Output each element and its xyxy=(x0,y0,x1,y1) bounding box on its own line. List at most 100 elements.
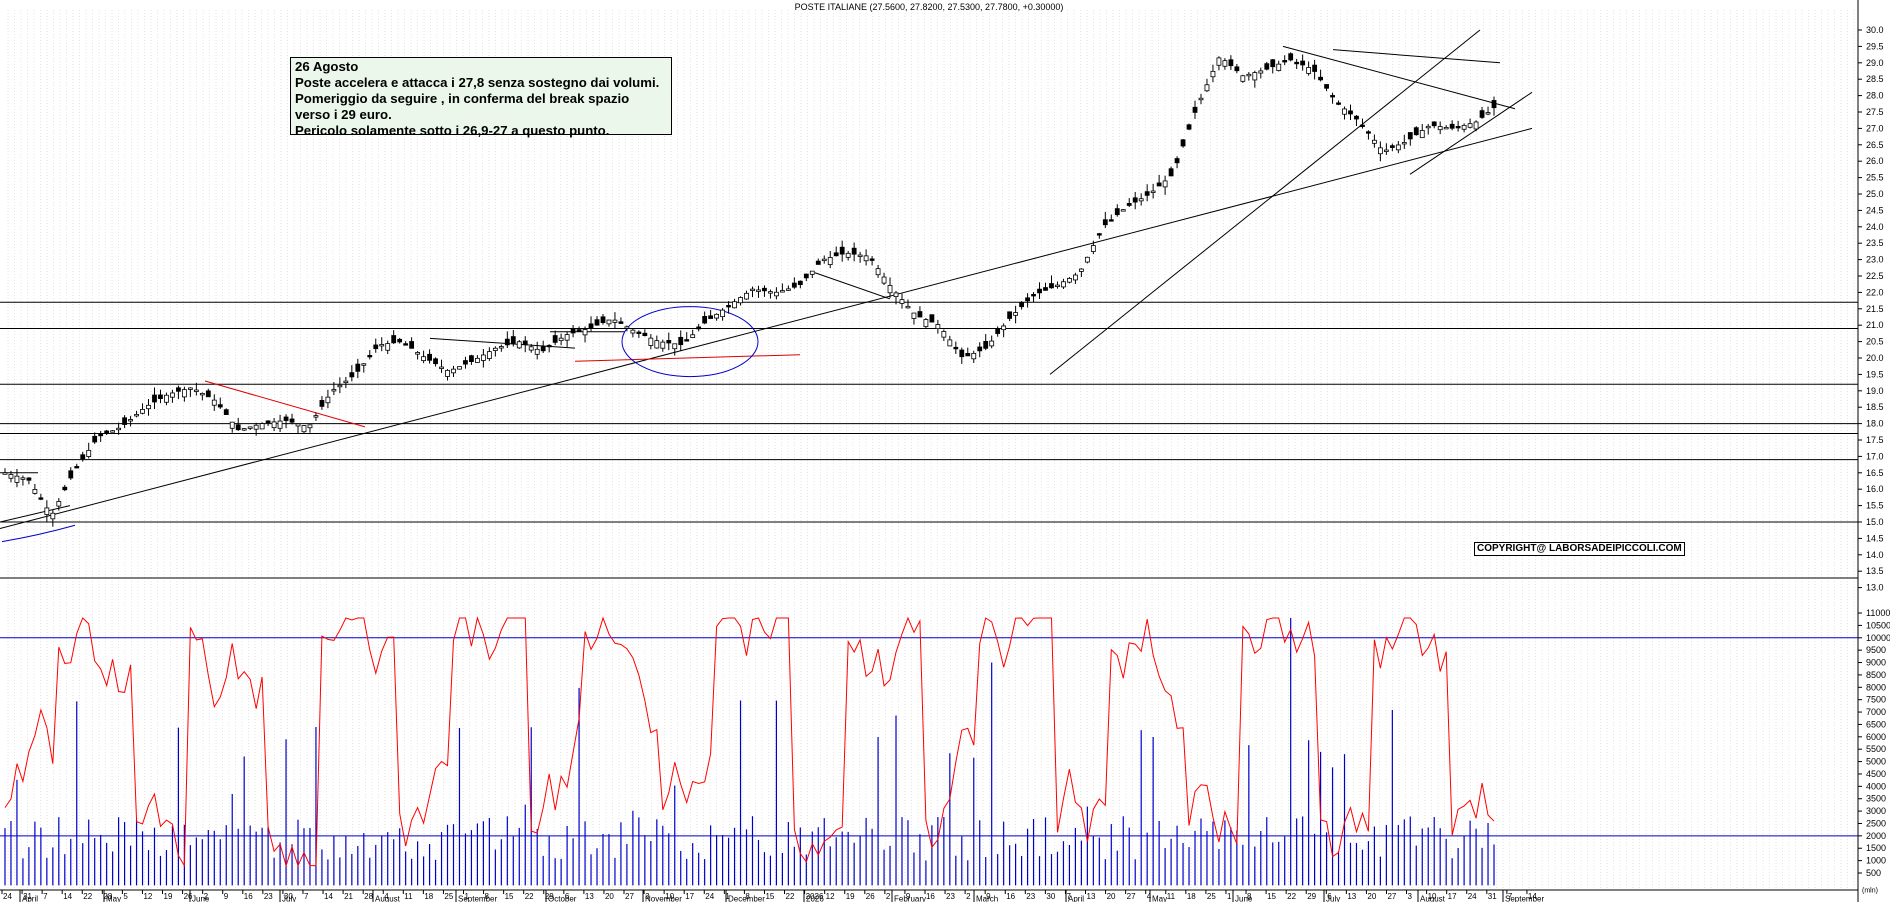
price-tick-label: 27.0 xyxy=(1866,123,1884,133)
candle-body xyxy=(696,326,702,330)
candle-body xyxy=(929,314,935,323)
price-tick-label: 24.0 xyxy=(1866,222,1884,232)
x-tick-label: 24 xyxy=(705,892,714,901)
price-tick-label: 25.0 xyxy=(1866,189,1884,199)
x-tick-label: 27 xyxy=(625,892,634,901)
x-tick-label: 14 xyxy=(324,892,333,901)
x-tick-label: 13 xyxy=(585,892,594,901)
volume-tick-label: 3500 xyxy=(1866,794,1886,804)
candle-body xyxy=(1186,124,1192,130)
candle-body xyxy=(409,341,415,349)
candle-body xyxy=(8,474,14,479)
candle-body xyxy=(1162,180,1168,188)
candle-body xyxy=(176,387,181,392)
x-tick-label: 11 xyxy=(404,892,413,901)
candle-body xyxy=(1198,97,1204,101)
candle-body xyxy=(821,258,827,262)
x-tick-label: 5 xyxy=(123,892,128,901)
candle-body xyxy=(403,343,409,346)
x-tick-label: 22 xyxy=(83,892,92,901)
candle-body xyxy=(122,417,127,425)
volume-tick-label: 5500 xyxy=(1866,744,1886,754)
x-tick-label: 20 xyxy=(1367,892,1376,901)
candle-body xyxy=(1431,121,1437,127)
candle-body xyxy=(797,280,803,285)
candle-body xyxy=(379,344,385,347)
candle-body xyxy=(618,321,624,324)
candle-body xyxy=(32,489,38,494)
candle-body xyxy=(1401,142,1407,145)
candle-body xyxy=(1120,209,1126,212)
candle-body xyxy=(325,396,331,404)
candle-body xyxy=(779,290,785,293)
candle-body xyxy=(1312,64,1318,72)
price-tick-label: 24.5 xyxy=(1866,205,1884,215)
candle-body xyxy=(1055,284,1060,288)
candle-body xyxy=(229,421,235,429)
price-tick-label: 15.5 xyxy=(1866,501,1884,511)
candle-body xyxy=(905,305,911,309)
price-tick-label: 26.0 xyxy=(1866,156,1884,166)
candle-body xyxy=(851,247,857,255)
candle-body xyxy=(1425,125,1431,129)
candle-body xyxy=(361,363,367,366)
candle-body xyxy=(702,315,708,324)
candle-body xyxy=(1204,84,1210,92)
price-tick-label: 18.0 xyxy=(1866,419,1884,429)
candle-body xyxy=(504,338,510,346)
candle-body xyxy=(421,356,426,362)
candle-body xyxy=(899,299,905,304)
x-tick-label: 23 xyxy=(264,892,273,901)
candle-body xyxy=(146,404,151,410)
candle-body xyxy=(1413,127,1419,136)
x-tick-label: 23 xyxy=(1026,892,1035,901)
month-label: September xyxy=(458,895,497,902)
price-tick-label: 16.0 xyxy=(1866,484,1884,494)
x-tick-label: 20 xyxy=(1107,892,1116,901)
candle-body xyxy=(44,507,50,515)
x-tick-label: 21 xyxy=(344,892,353,901)
price-tick-label: 26.5 xyxy=(1866,140,1884,150)
candle-body xyxy=(558,337,564,342)
annotation-line-2: Poste accelera e attacca i 27,8 senza so… xyxy=(295,75,660,90)
candle-body xyxy=(134,414,139,417)
month-label: May xyxy=(1152,895,1167,902)
trend-line xyxy=(1332,49,1501,64)
x-tick-label: 27 xyxy=(1127,892,1136,901)
x-tick-label: 3 xyxy=(1408,892,1413,901)
candle-body xyxy=(1342,108,1347,115)
candle-body xyxy=(863,255,869,262)
candle-body xyxy=(463,360,468,365)
candle-body xyxy=(140,409,145,414)
candle-body xyxy=(1007,311,1013,319)
candle-body xyxy=(164,394,169,403)
x-tick-label: 26 xyxy=(866,892,875,901)
candle-body xyxy=(62,486,68,491)
candle-body xyxy=(1461,124,1467,130)
candle-body xyxy=(1174,158,1180,164)
candle-body xyxy=(355,363,361,372)
candle-body xyxy=(1019,302,1024,308)
candle-body xyxy=(528,346,534,351)
candle-body xyxy=(187,387,193,390)
volume-tick-label: 8500 xyxy=(1866,670,1886,680)
candle-body xyxy=(869,258,875,261)
candle-body xyxy=(480,354,486,361)
candle-body xyxy=(92,435,98,443)
x-tick-label: 11 xyxy=(1167,892,1176,901)
candle-body xyxy=(445,369,450,377)
month-label: April xyxy=(22,895,38,902)
candle-body xyxy=(965,353,971,357)
candle-body xyxy=(630,329,636,334)
annotation-line-3: Pomeriggio da seguire , in conferma del … xyxy=(295,91,630,106)
price-tick-label: 28.5 xyxy=(1866,74,1884,84)
volume-tick-label: 9000 xyxy=(1866,658,1886,668)
price-tick-label: 15.0 xyxy=(1866,517,1884,527)
price-tick-label: 22.0 xyxy=(1866,287,1884,297)
candle-body xyxy=(612,319,618,323)
candle-body xyxy=(1102,219,1108,226)
candle-body xyxy=(582,329,588,336)
price-tick-label: 19.0 xyxy=(1866,386,1884,396)
annotation-line-1: 26 Agosto xyxy=(295,59,359,74)
price-tick-label: 27.5 xyxy=(1866,107,1884,117)
